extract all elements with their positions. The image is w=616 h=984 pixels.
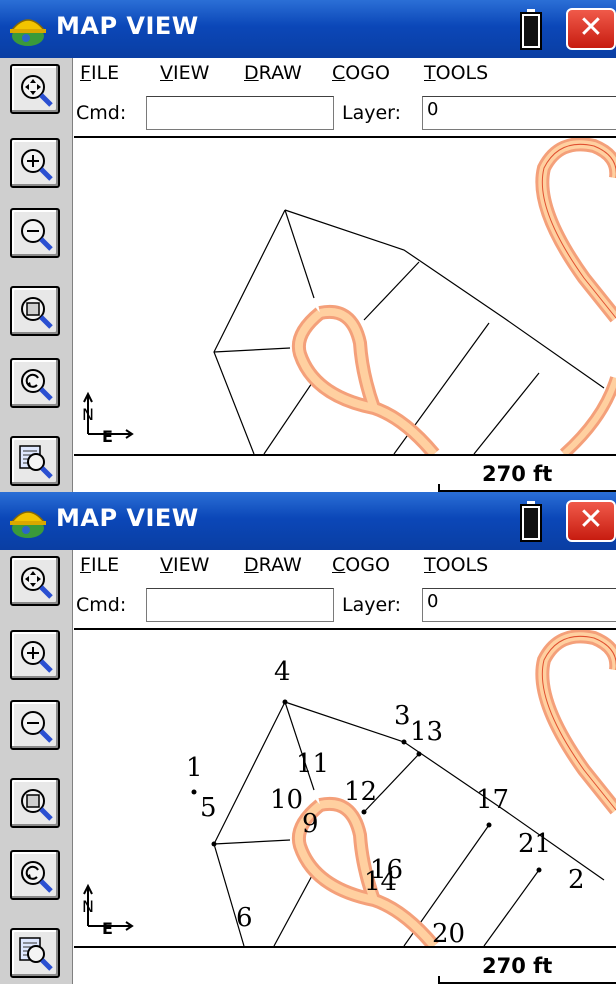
zoom-toolbar [0, 58, 73, 492]
zoom-window-button[interactable] [10, 286, 60, 336]
zoom-previous-button[interactable] [10, 358, 60, 408]
point-label[interactable]: 1 [186, 753, 203, 783]
zoom-layer-button[interactable] [10, 436, 60, 486]
scale-label: 270 ft [482, 954, 553, 978]
point-label[interactable]: 5 [200, 793, 217, 823]
point-label[interactable]: 20 [432, 919, 465, 946]
menu-bar: FILE VIEW DRAW COGO TOOLS [74, 550, 616, 582]
zoom-window-button[interactable] [10, 778, 60, 828]
zoom-out-button[interactable] [10, 700, 60, 750]
window-title: MAP VIEW [56, 504, 199, 532]
layer-label: Layer: [342, 102, 402, 124]
map-drawing[interactable]: 4 3 13 1 11 12 17 5 10 9 21 16 14 2 6 20 [74, 630, 616, 946]
scale-label: 270 ft [482, 462, 553, 486]
status-bar: 270 ft [74, 454, 616, 492]
helmet-globe-icon [10, 19, 46, 46]
zoom-previous-button[interactable] [10, 850, 60, 900]
road-loop-right [535, 138, 616, 454]
road-culdesac [292, 304, 440, 454]
zoom-layer-button[interactable] [10, 928, 60, 978]
cmd-input[interactable] [146, 588, 334, 622]
point-label[interactable]: 21 [518, 829, 551, 859]
layer-input[interactable]: 0 [422, 588, 616, 622]
zoom-extents-icon [21, 567, 53, 599]
zoom-window-icon [21, 789, 53, 821]
point-label[interactable]: 12 [344, 777, 377, 807]
close-icon: ✕ [578, 502, 604, 537]
layer-input[interactable]: 0 [422, 96, 616, 130]
layer-label: Layer: [342, 594, 402, 616]
zoom-out-button[interactable] [10, 208, 60, 258]
zoom-previous-icon [21, 861, 53, 893]
north-label: N [82, 405, 94, 424]
close-button[interactable]: ✕ [566, 500, 616, 542]
command-row: Cmd: Layer: 0 [74, 582, 616, 630]
point-label[interactable]: 17 [476, 785, 509, 815]
zoom-layer-icon [19, 445, 53, 479]
menu-cogo[interactable]: COGO [332, 62, 390, 84]
point-label[interactable]: 3 [394, 701, 411, 731]
menu-draw[interactable]: DRAW [244, 62, 302, 84]
zoom-out-icon [21, 711, 53, 743]
zoom-extents-icon [21, 75, 53, 107]
close-button[interactable]: ✕ [566, 8, 616, 50]
cmd-label: Cmd: [76, 102, 127, 124]
cmd-input[interactable] [146, 96, 334, 130]
map-canvas[interactable]: 4 3 13 1 11 12 17 5 10 9 21 16 14 2 6 20 [74, 630, 616, 946]
menu-file[interactable]: FILE [80, 62, 119, 84]
zoom-in-icon [21, 641, 53, 673]
helmet-globe-icon [10, 511, 46, 538]
zoom-extents-button[interactable] [10, 556, 60, 606]
zoom-out-icon [21, 219, 53, 251]
close-icon: ✕ [578, 10, 604, 45]
road-loop-right [535, 630, 616, 815]
cmd-label: Cmd: [76, 594, 127, 616]
zoom-window-icon [21, 297, 53, 329]
point-label[interactable]: 4 [274, 657, 291, 687]
north-label: N [82, 897, 94, 916]
east-label: E [102, 919, 113, 938]
zoom-in-button[interactable] [10, 630, 60, 680]
map-view-window-1: MAP VIEW ✕ FILE VIEW DRAW COGO TOOLS Cmd… [0, 0, 616, 492]
map-canvas[interactable]: N E [74, 138, 616, 454]
menu-tools[interactable]: TOOLS [424, 62, 488, 84]
point-label[interactable]: 9 [302, 809, 319, 839]
menu-draw[interactable]: DRAW [244, 554, 302, 576]
point-label[interactable]: 14 [364, 867, 397, 897]
command-row: Cmd: Layer: 0 [74, 90, 616, 138]
menu-view[interactable]: VIEW [160, 554, 209, 576]
battery-icon [520, 9, 542, 50]
menu-tools[interactable]: TOOLS [424, 554, 488, 576]
window-title: MAP VIEW [56, 12, 199, 40]
title-bar: MAP VIEW ✕ [0, 492, 616, 550]
map-drawing[interactable]: N E [74, 138, 616, 454]
parcel-lines [213, 209, 605, 454]
battery-icon [520, 501, 542, 542]
status-bar: 270 ft [74, 946, 616, 984]
east-label: E [102, 427, 113, 446]
zoom-previous-icon [21, 369, 53, 401]
menu-view[interactable]: VIEW [160, 62, 209, 84]
zoom-extents-button[interactable] [10, 64, 60, 114]
map-view-window-2: MAP VIEW ✕ FILE VIEW DRAW COGO TOOLS Cmd… [0, 492, 616, 984]
point-label[interactable]: 10 [270, 785, 303, 815]
point-label[interactable]: 11 [296, 749, 329, 779]
title-bar: MAP VIEW ✕ [0, 0, 616, 58]
menu-file[interactable]: FILE [80, 554, 119, 576]
menu-bar: FILE VIEW DRAW COGO TOOLS [74, 58, 616, 90]
point-label[interactable]: 6 [236, 903, 253, 933]
point-label[interactable]: 2 [568, 865, 585, 895]
zoom-toolbar [0, 550, 73, 984]
parcel-lines [213, 701, 605, 946]
zoom-in-button[interactable] [10, 138, 60, 188]
menu-cogo[interactable]: COGO [332, 554, 390, 576]
zoom-in-icon [21, 149, 53, 181]
point-label[interactable]: 13 [410, 717, 443, 747]
zoom-layer-icon [19, 937, 53, 971]
